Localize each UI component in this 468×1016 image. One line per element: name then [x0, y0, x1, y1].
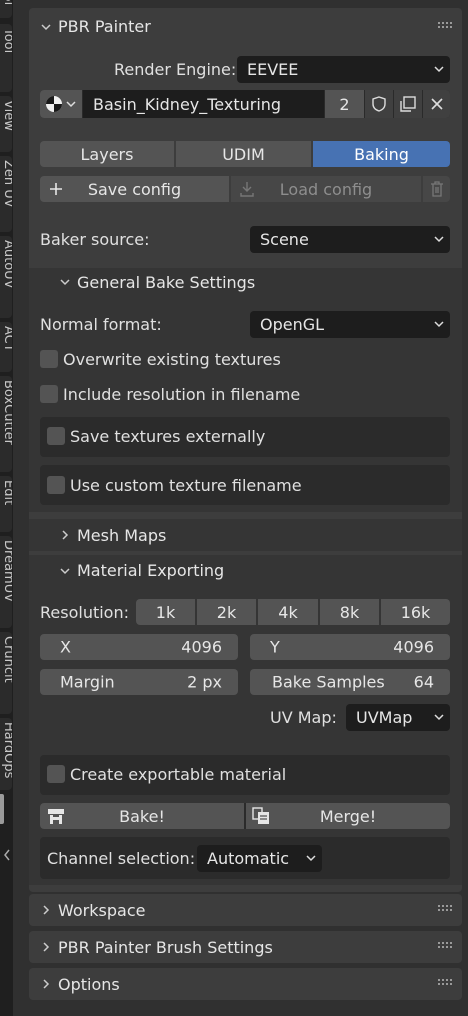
- chevron-down-icon: [434, 235, 444, 242]
- workspace-title[interactable]: Workspace: [58, 901, 145, 920]
- resolution-1k-button[interactable]: 1k: [136, 599, 195, 625]
- mesh-maps-title[interactable]: Mesh Maps: [77, 526, 166, 545]
- chevron-down-icon[interactable]: [59, 565, 71, 577]
- chevron-down-icon: [434, 320, 444, 327]
- side-tab-boxcutter[interactable]: BoxCutter: [0, 376, 12, 472]
- resolution-16k-button[interactable]: 16k: [381, 599, 450, 625]
- options-title[interactable]: Options: [58, 975, 120, 994]
- side-tab-act[interactable]: ACT: [0, 322, 12, 372]
- chevron-right-icon[interactable]: [59, 529, 71, 541]
- chevron-down-icon: [434, 713, 444, 720]
- import-icon: [240, 182, 254, 197]
- uv-map-dropdown[interactable]: UVMap: [346, 704, 450, 731]
- side-tab-cruncit[interactable]: Cruncit: [0, 632, 12, 714]
- resolution-4k-button[interactable]: 4k: [258, 599, 318, 625]
- duplicate-material-button[interactable]: [394, 90, 422, 118]
- tab-udim[interactable]: UDIM: [176, 141, 311, 167]
- resolution-8k-button[interactable]: 8k: [320, 599, 379, 625]
- duplicate-icon: [400, 96, 416, 112]
- side-tab-autouv[interactable]: AutoUV: [0, 236, 12, 318]
- margin-field[interactable]: Margin 2 px: [40, 669, 238, 695]
- material-exporting-title[interactable]: Material Exporting: [77, 561, 224, 580]
- resolution-2k-button[interactable]: 2k: [197, 599, 256, 625]
- overwrite-checkbox[interactable]: [40, 350, 58, 368]
- tab-layers[interactable]: Layers: [40, 141, 174, 167]
- material-browse-button[interactable]: [40, 90, 82, 118]
- chevron-down-icon: [66, 101, 76, 108]
- drag-grip-icon[interactable]: [438, 905, 452, 913]
- resolution-x-field[interactable]: X 4096: [40, 634, 238, 660]
- chevron-down-icon[interactable]: [40, 21, 52, 33]
- drag-grip-icon[interactable]: [438, 979, 452, 987]
- side-tab-hardops[interactable]: HardOps: [0, 718, 12, 790]
- custom-filename-checkbox[interactable]: [47, 476, 65, 494]
- tab-baking[interactable]: Baking: [313, 141, 450, 167]
- shield-icon: [372, 96, 386, 112]
- general-bake-title[interactable]: General Bake Settings: [77, 273, 255, 292]
- side-tab-strip: Tool Tool View Zen UV AutoUV ACT BoxCutt…: [0, 0, 13, 1016]
- brush-settings-title[interactable]: PBR Painter Brush Settings: [58, 938, 273, 957]
- drag-grip-icon[interactable]: [438, 22, 452, 30]
- fake-user-button[interactable]: [365, 90, 393, 118]
- side-tab-dreamuv[interactable]: DreamUV: [0, 536, 12, 628]
- chevron-down-icon[interactable]: [59, 276, 71, 288]
- close-icon: [430, 98, 443, 110]
- side-tab-view[interactable]: View: [0, 96, 12, 152]
- delete-config-button[interactable]: [423, 176, 450, 202]
- plus-icon: [50, 183, 62, 195]
- trash-icon: [430, 181, 443, 197]
- bake-button[interactable]: Bake!: [40, 803, 244, 829]
- chevron-down-icon: [306, 854, 316, 861]
- chevron-right-icon[interactable]: [40, 978, 52, 990]
- drag-grip-icon[interactable]: [438, 942, 452, 950]
- merge-button[interactable]: Merge!: [246, 803, 450, 829]
- side-tab-tool[interactable]: Tool: [0, 24, 12, 92]
- unlink-material-button[interactable]: [423, 90, 450, 118]
- resolution-y-field[interactable]: Y 4096: [250, 634, 450, 660]
- save-config-button[interactable]: Save config: [40, 176, 229, 202]
- collapse-sidebar-icon[interactable]: [3, 848, 11, 862]
- channel-selection-dropdown[interactable]: Automatic: [197, 845, 322, 872]
- load-config-button[interactable]: Load config: [231, 176, 421, 202]
- panel-title[interactable]: PBR Painter: [58, 17, 151, 36]
- overwrite-label[interactable]: Overwrite existing textures: [63, 350, 281, 369]
- chevron-down-icon: [434, 65, 444, 72]
- chevron-right-icon[interactable]: [40, 904, 52, 916]
- normal-format-label: Normal format:: [40, 315, 162, 334]
- include-resolution-checkbox[interactable]: [40, 385, 58, 403]
- material-sphere-icon: [46, 96, 62, 112]
- side-tab-zen-uv[interactable]: Zen UV: [0, 156, 12, 232]
- bake-icon: [48, 809, 64, 824]
- custom-filename-label[interactable]: Use custom texture filename: [70, 476, 302, 495]
- merge-icon: [252, 807, 269, 824]
- create-material-checkbox[interactable]: [47, 765, 65, 783]
- resolution-label: Resolution:: [40, 603, 129, 622]
- side-tab-edit[interactable]: Edit: [0, 476, 12, 532]
- material-users-count[interactable]: 2: [325, 90, 364, 118]
- include-resolution-label[interactable]: Include resolution in filename: [63, 385, 300, 404]
- tab-strip-scroll-indicator[interactable]: [0, 794, 4, 824]
- chevron-right-icon[interactable]: [40, 941, 52, 953]
- save-external-checkbox[interactable]: [47, 427, 65, 445]
- normal-format-dropdown[interactable]: OpenGL: [250, 311, 450, 338]
- render-engine-label: Render Engine:: [114, 60, 237, 79]
- side-tab-item[interactable]: Tool: [0, 0, 12, 18]
- bake-samples-field[interactable]: Bake Samples 64: [250, 669, 450, 695]
- baker-source-label: Baker source:: [40, 230, 150, 249]
- save-external-label[interactable]: Save textures externally: [70, 427, 265, 446]
- uv-map-label: UV Map:: [270, 708, 337, 727]
- channel-selection-label: Channel selection:: [47, 849, 196, 868]
- create-material-label[interactable]: Create exportable material: [70, 765, 286, 784]
- render-engine-dropdown[interactable]: EEVEE: [237, 56, 450, 83]
- baker-source-dropdown[interactable]: Scene: [250, 226, 450, 253]
- material-name-field[interactable]: Basin_Kidney_Texturing: [83, 90, 324, 118]
